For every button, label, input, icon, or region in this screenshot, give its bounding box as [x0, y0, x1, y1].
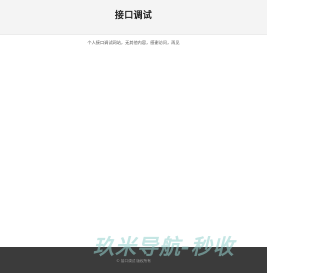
- site-title[interactable]: 接口调试: [0, 10, 267, 22]
- site-description: 个人接口调试网站，无其他内容，感谢访问，再见: [87, 40, 180, 45]
- watermark-logo: 玖米导航-秒收: [93, 235, 235, 259]
- site-header: 接口调试: [0, 0, 267, 35]
